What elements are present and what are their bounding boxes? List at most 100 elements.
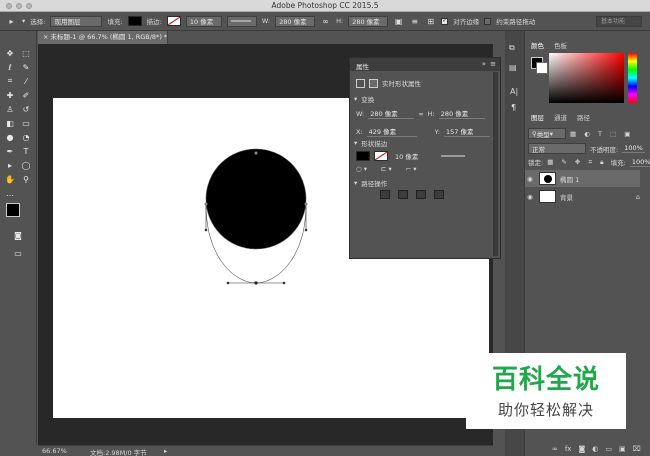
dodge-tool-icon[interactable]: ◔	[20, 131, 32, 143]
path-operations-icon[interactable]: ▣	[393, 16, 404, 27]
chevron-down-icon[interactable]: ▾	[354, 95, 357, 103]
align-edges-checkbox[interactable]: ✓	[441, 17, 449, 25]
panel-menu-icon[interactable]: ≡	[490, 60, 496, 68]
path-alignment-icon[interactable]: ≡	[409, 16, 420, 27]
new-layer-icon[interactable]: ▣	[619, 445, 626, 453]
eye-icon[interactable]: ◉	[525, 175, 535, 183]
ellipse-shape-layer[interactable]	[200, 148, 315, 293]
path-select-tool-icon[interactable]: ▸	[4, 159, 16, 171]
path-selection-tool-icon[interactable]: ▸	[6, 16, 17, 27]
tab-color[interactable]: 颜色	[531, 40, 544, 50]
w-field[interactable]: 280 像素	[368, 108, 415, 119]
color-spectrum-field[interactable]	[549, 53, 624, 103]
paragraph-panel-icon[interactable]: ¶	[511, 103, 516, 112]
crop-tool-icon[interactable]: ⌗	[4, 75, 16, 87]
eye-icon[interactable]: ◉	[525, 193, 535, 201]
brush-panel-icon[interactable]: ▤	[509, 63, 517, 72]
workspace-search[interactable]: 基本功能	[596, 16, 642, 27]
x-field[interactable]: 429 像素	[366, 126, 417, 137]
tab-paths[interactable]: 路径	[577, 112, 590, 122]
history-brush-tool-icon[interactable]: ↺	[20, 103, 32, 115]
chevron-right-icon[interactable]: ▸	[164, 447, 167, 455]
tab-swatches[interactable]: 色板	[554, 40, 567, 50]
zoom-level[interactable]: 66.67%	[42, 447, 67, 455]
path-arrangement-icon[interactable]: ⊞	[425, 16, 436, 27]
stroke-cap-dropdown[interactable]: ⊏ ▾	[381, 165, 392, 173]
document-tab[interactable]: × 未标题-1 @ 66.7% (椭圆 1, RGB/8*) *	[38, 31, 168, 44]
zoom-tool-icon[interactable]: ⚲	[20, 173, 32, 185]
adjustment-layer-icon[interactable]: ◐	[592, 445, 598, 453]
eyedropper-tool-icon[interactable]: ⁄	[20, 75, 32, 87]
brush-tool-icon[interactable]: ✐	[20, 89, 32, 101]
marquee-tool-icon[interactable]: ⬚	[20, 47, 32, 59]
layer-row[interactable]: ◉ 背景 ⌂	[525, 188, 640, 205]
properties-stroke-width[interactable]: 10 像素	[392, 150, 434, 161]
layer-row[interactable]: ◉ 椭圆 1	[525, 170, 640, 187]
hand-tool-icon[interactable]: ✋	[4, 173, 16, 185]
eraser-tool-icon[interactable]: ◧	[4, 117, 16, 129]
fill-label: 填充:	[107, 18, 123, 26]
collapse-icon[interactable]: »	[482, 60, 486, 68]
screen-mode-icon[interactable]: ▭	[12, 247, 24, 259]
add-mask-icon[interactable]: ◙	[578, 445, 585, 453]
h-field[interactable]: 280 像素	[438, 108, 485, 119]
document-info[interactable]: 文档:2.98M/0 字节	[90, 447, 147, 456]
stroke-width-field[interactable]: 10 像素	[185, 15, 222, 27]
chevron-down-icon[interactable]: ▾	[354, 139, 357, 147]
new-group-icon[interactable]: ▭	[605, 445, 612, 453]
height-field[interactable]: 280 像素	[348, 15, 389, 27]
character-panel-icon[interactable]: A|	[510, 87, 518, 96]
stroke-color-swatch[interactable]	[166, 16, 181, 26]
chevron-down-icon[interactable]: ▾	[22, 17, 25, 25]
select-layer-dropdown[interactable]: 现用图层	[50, 15, 103, 27]
lasso-tool-icon[interactable]: ℓ	[4, 61, 16, 73]
properties-panel-header[interactable]: 属性 » ≡	[350, 58, 500, 71]
width-field[interactable]: 280 像素	[275, 15, 316, 27]
stamp-tool-icon[interactable]: ♙	[4, 103, 16, 115]
properties-stroke-swatch[interactable]	[374, 150, 388, 161]
quick-mask-icon[interactable]: ◙	[12, 229, 24, 241]
link-layers-icon[interactable]: ∞	[552, 445, 558, 453]
foreground-color-swatch[interactable]	[6, 203, 20, 217]
exclude-shape-icon[interactable]	[434, 190, 444, 199]
properties-panel-title: 属性	[356, 63, 369, 71]
fill-color-swatch[interactable]	[127, 16, 142, 26]
link-icon[interactable]: ∞	[320, 16, 331, 27]
blur-tool-icon[interactable]: ●	[4, 131, 16, 143]
trash-icon[interactable]: ⌧	[633, 445, 641, 453]
intersect-shape-icon[interactable]	[416, 190, 426, 199]
link-icon[interactable]: ∞	[418, 110, 423, 118]
properties-fill-swatch[interactable]	[356, 150, 370, 161]
properties-scrollbar[interactable]	[493, 72, 498, 256]
shape-tool-icon[interactable]: ◯	[20, 159, 32, 171]
properties-stroke-type[interactable]	[438, 150, 472, 161]
history-panel-icon[interactable]: ⧉	[509, 43, 515, 53]
healing-brush-tool-icon[interactable]: ✚	[4, 89, 16, 101]
subtract-shape-icon[interactable]	[398, 190, 408, 199]
tab-channels[interactable]: 通道	[554, 112, 567, 122]
layer-filter-dropdown[interactable]: ⚲ 类型 ▾	[528, 128, 566, 139]
filter-icons[interactable]: ▦ ◐ T ⬚ ▣	[570, 130, 633, 138]
blend-mode-dropdown[interactable]: 正常	[528, 143, 586, 154]
color-background-swatch[interactable]	[536, 62, 548, 74]
y-field[interactable]: 157 像素	[443, 126, 490, 137]
layer-fill-field[interactable]: 100%	[629, 157, 650, 167]
pen-tool-icon[interactable]: ✒	[4, 145, 16, 157]
stroke-type-dropdown[interactable]	[226, 15, 257, 27]
lock-icons[interactable]: ▦ ✎ ✥ ⌗ 🔒︎	[547, 158, 606, 167]
constrain-path-checkbox[interactable]	[484, 17, 492, 25]
combine-shapes-icon[interactable]	[380, 190, 390, 199]
move-tool-icon[interactable]: ✥	[4, 47, 16, 59]
more-tools-icon[interactable]: …	[4, 187, 16, 199]
stroke-corner-dropdown[interactable]: ⌐ ▾	[406, 165, 417, 173]
gradient-tool-icon[interactable]: ▭	[20, 117, 32, 129]
type-tool-icon[interactable]: T	[20, 145, 32, 157]
layer-style-icon[interactable]: fx	[565, 445, 572, 453]
opacity-field[interactable]: 100%	[622, 144, 645, 153]
hue-slider[interactable]	[628, 53, 637, 103]
tab-layers[interactable]: 图层	[531, 112, 544, 122]
close-tab-icon[interactable]: ×	[43, 33, 48, 41]
chevron-down-icon[interactable]: ▾	[354, 179, 357, 187]
quick-select-tool-icon[interactable]: ✎	[20, 61, 32, 73]
stroke-align-dropdown[interactable]: ○ ▾	[356, 165, 367, 173]
